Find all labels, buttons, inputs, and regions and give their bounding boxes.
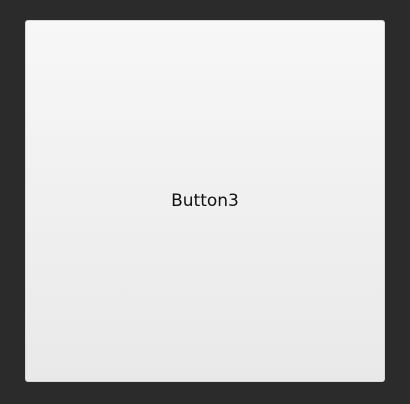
window-background: Button3 [0, 0, 410, 404]
button3-label: Button3 [171, 191, 239, 211]
button3[interactable]: Button3 [25, 20, 385, 382]
